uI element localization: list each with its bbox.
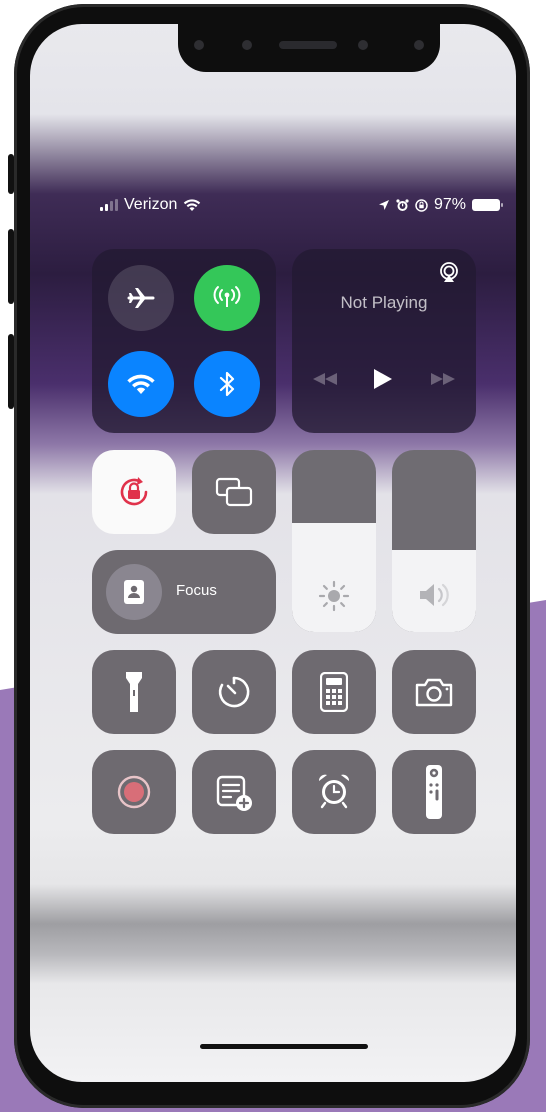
speaker-icon — [416, 580, 452, 610]
wifi-toggle[interactable] — [108, 351, 174, 417]
airplane-icon — [126, 283, 156, 313]
focus-person-icon — [123, 579, 145, 605]
focus-icon-circle — [106, 564, 162, 620]
status-left: Verizon — [100, 196, 201, 214]
now-playing-module[interactable]: Not Playing — [292, 249, 476, 433]
play-icon[interactable] — [372, 367, 394, 391]
volume-slider[interactable] — [392, 450, 476, 632]
focus-label: Focus — [176, 582, 217, 599]
screen-mirroring-button[interactable] — [192, 450, 276, 534]
volume-up-button — [8, 229, 14, 304]
brightness-sun-icon — [318, 580, 350, 612]
cellular-data-toggle[interactable] — [194, 265, 260, 331]
flashlight-button[interactable] — [92, 650, 176, 734]
alarm-clock-icon — [316, 772, 352, 810]
focus-button[interactable]: Focus — [92, 550, 276, 634]
record-icon — [116, 774, 152, 810]
timer-icon — [216, 674, 252, 710]
fast-forward-icon[interactable] — [430, 371, 456, 387]
brightness-slider[interactable] — [292, 450, 376, 632]
control-center-screen: Verizon 97% Not Playing Focus — [30, 24, 516, 1082]
apple-tv-remote-button[interactable] — [392, 750, 476, 834]
home-indicator[interactable] — [200, 1044, 368, 1049]
airplay-icon[interactable] — [438, 261, 460, 283]
sensor-dot-2 — [358, 40, 368, 50]
notch — [178, 24, 440, 72]
wifi-icon — [126, 371, 156, 397]
connectivity-module[interactable] — [92, 249, 276, 433]
antenna-icon — [212, 283, 242, 313]
brightness-fill — [292, 522, 376, 632]
signal-bars-icon — [100, 199, 118, 211]
wifi-status-icon — [183, 198, 201, 212]
status-bar: Verizon 97% — [100, 194, 503, 216]
alarm-button[interactable] — [292, 750, 376, 834]
sensor-dot-3 — [414, 40, 424, 50]
camera-button[interactable] — [392, 650, 476, 734]
tv-remote-icon — [425, 764, 443, 820]
screen-recording-button[interactable] — [92, 750, 176, 834]
location-arrow-icon — [378, 199, 390, 211]
rewind-icon[interactable] — [312, 371, 338, 387]
front-camera — [242, 40, 252, 50]
bluetooth-toggle[interactable] — [194, 351, 260, 417]
flashlight-icon — [124, 670, 144, 714]
volume-down-button — [8, 334, 14, 409]
carrier-name: Verizon — [124, 196, 178, 213]
quick-note-icon — [216, 774, 256, 814]
media-status-text: Not Playing — [340, 293, 428, 312]
status-right: 97% — [378, 196, 503, 214]
quick-note-button[interactable] — [192, 750, 276, 834]
battery-percent: 97% — [433, 196, 466, 213]
screen-mirroring-icon — [214, 474, 254, 510]
alarm-status-icon — [396, 198, 409, 212]
airplane-mode-toggle[interactable] — [108, 265, 174, 331]
rotation-lock-icon — [116, 474, 152, 510]
sensor-dot — [194, 40, 204, 50]
calculator-button[interactable] — [292, 650, 376, 734]
calculator-icon — [320, 672, 348, 712]
rotation-lock-button[interactable] — [92, 450, 176, 534]
rotation-lock-status-icon — [415, 198, 428, 212]
camera-icon — [414, 676, 454, 708]
bluetooth-icon — [214, 369, 240, 399]
timer-button[interactable] — [192, 650, 276, 734]
mute-switch — [8, 154, 14, 194]
earpiece-speaker — [279, 41, 337, 49]
battery-icon — [472, 199, 503, 211]
